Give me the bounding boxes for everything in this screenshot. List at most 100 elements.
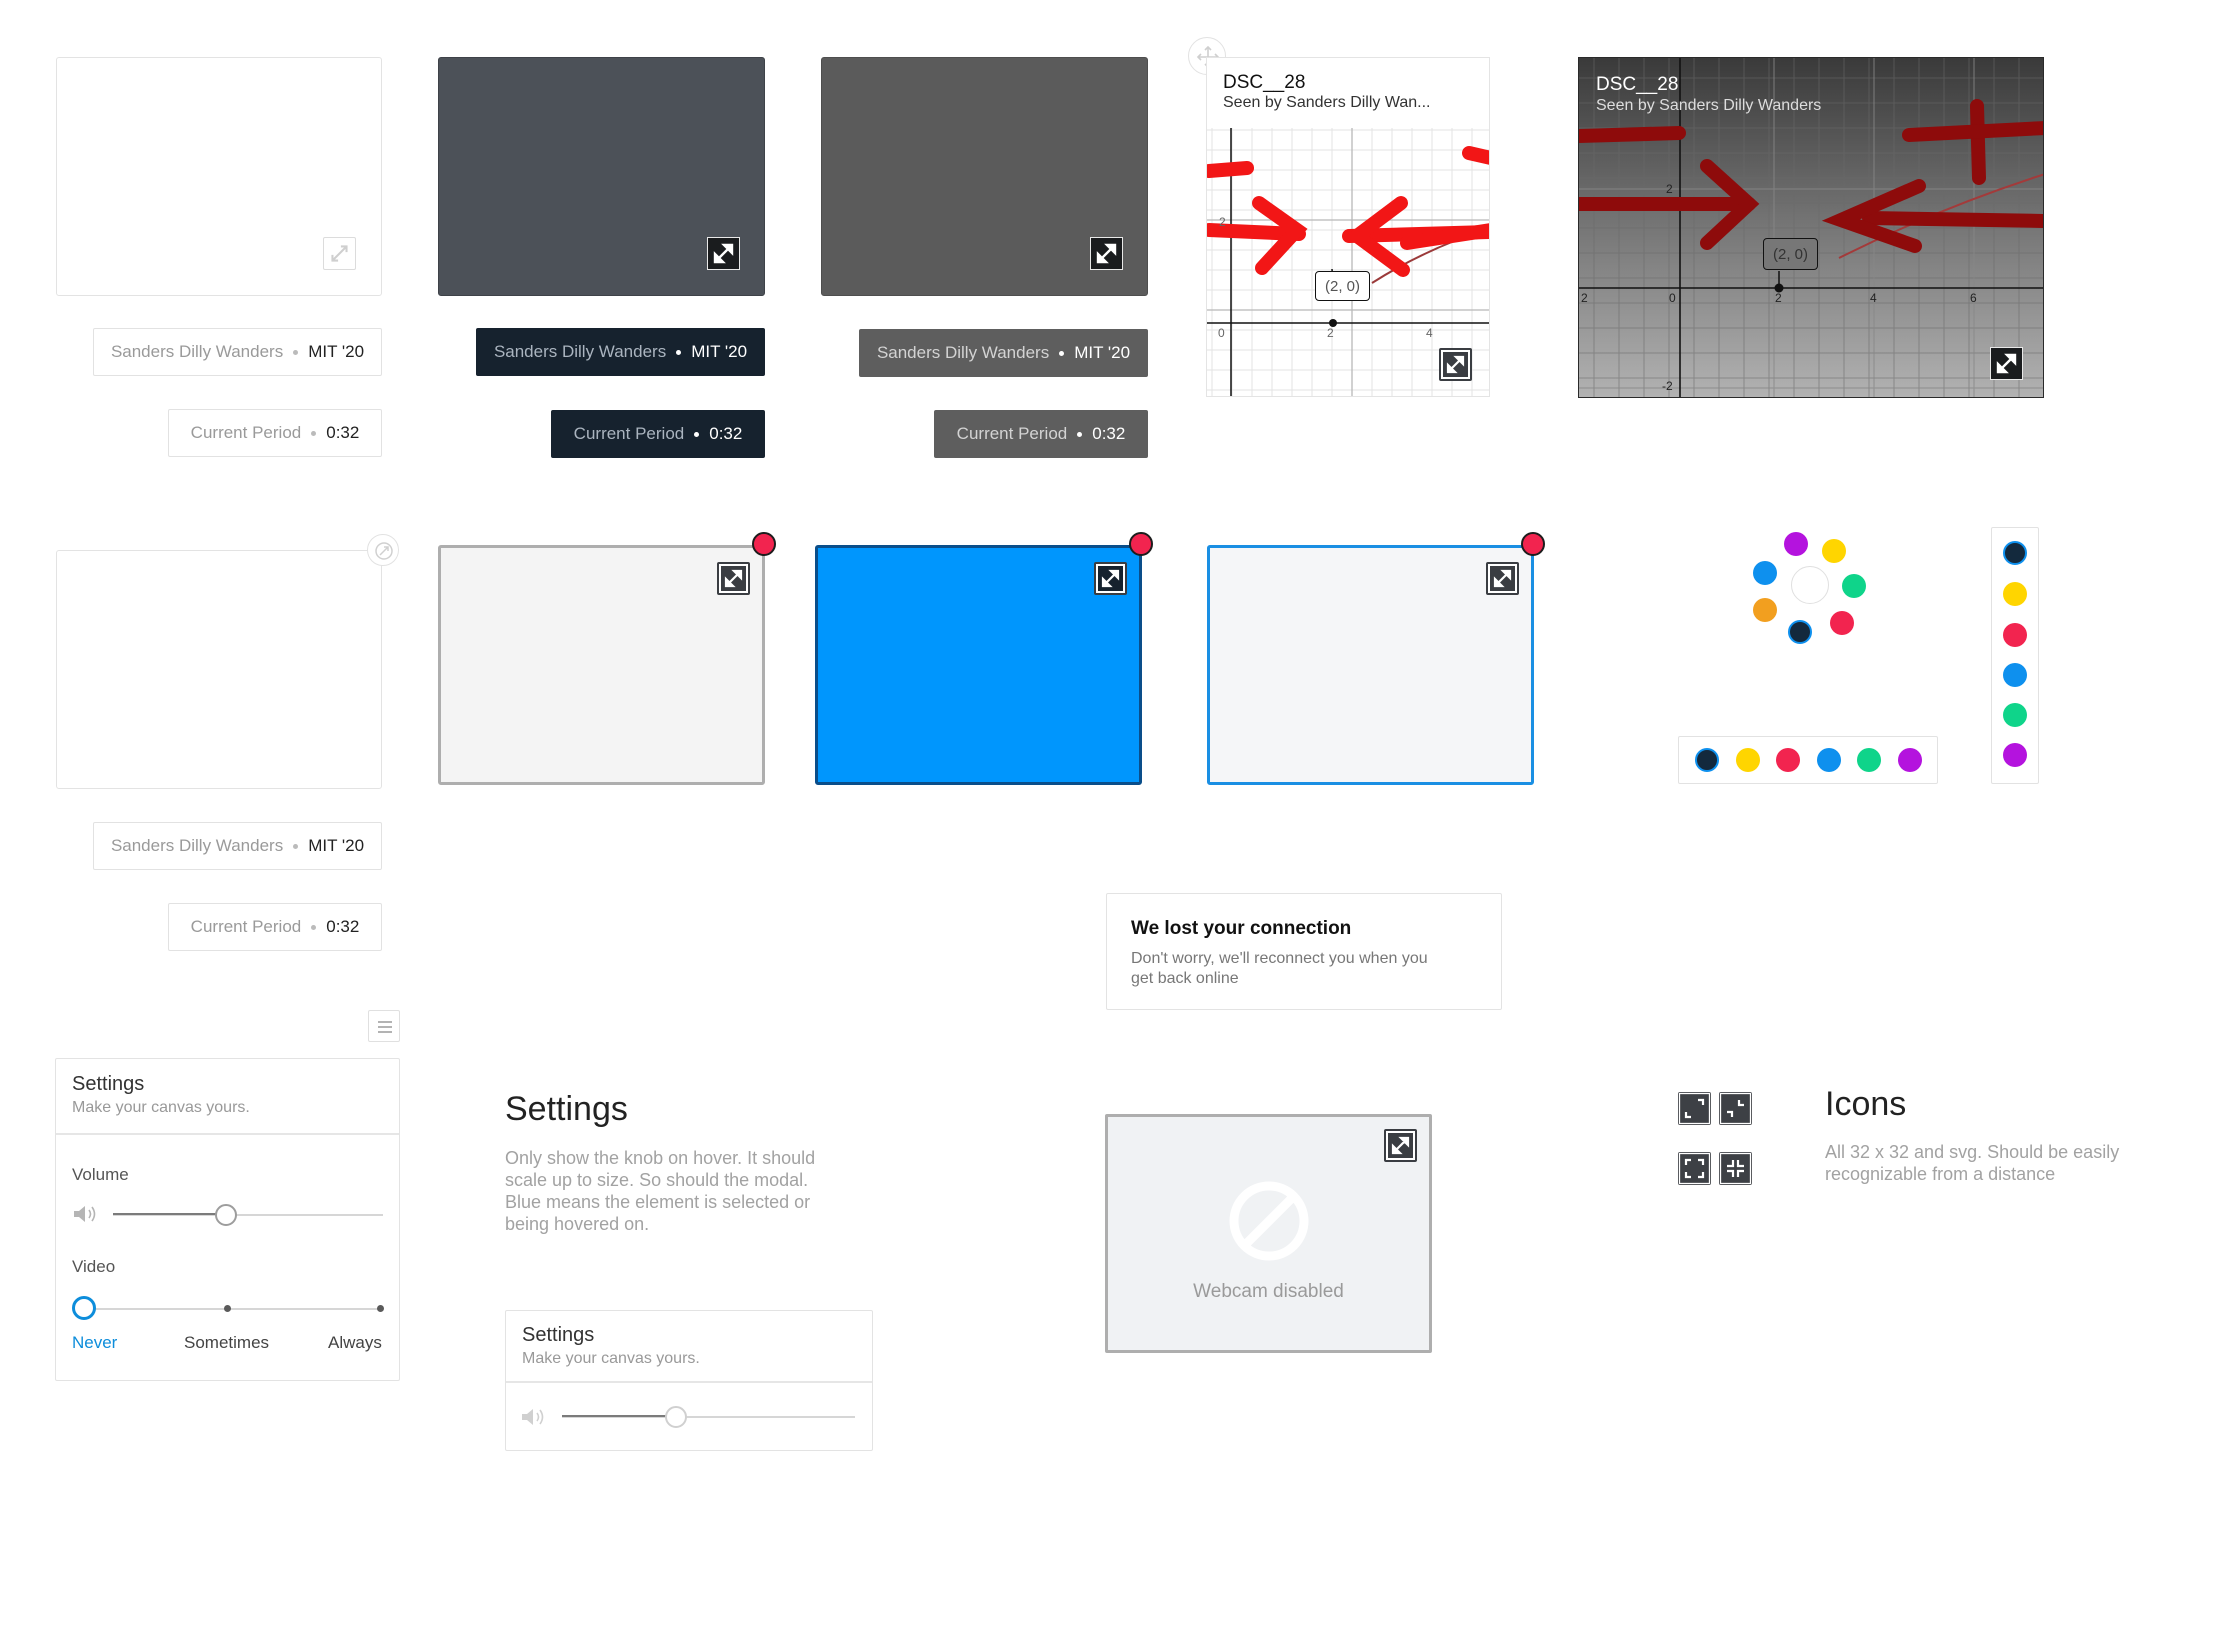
color-swatch-purple[interactable] [1784, 532, 1808, 556]
color-swatch-red[interactable] [2003, 623, 2027, 647]
name-tag-school: MIT '20 [691, 342, 748, 361]
settings-panel: Settings Make your canvas yours. Volume … [55, 1058, 400, 1381]
name-tag-school: MIT '20 [308, 836, 365, 855]
volume-icon [72, 1203, 100, 1225]
video-step-dot[interactable] [377, 1305, 384, 1312]
video-tile-gray[interactable] [821, 57, 1148, 296]
video-tile-notified[interactable] [438, 545, 765, 785]
menu-icon[interactable] [368, 1010, 400, 1042]
settings-doc-description: Only show the knob on hover. It should s… [505, 1148, 816, 1234]
separator-dot [311, 430, 317, 436]
tick-label: 0 [1669, 291, 1676, 305]
tick-label: 6 [1970, 291, 1977, 305]
volume-label: Volume [72, 1165, 129, 1184]
color-swatch-green[interactable] [1857, 748, 1881, 772]
color-swatch-purple[interactable] [1898, 748, 1922, 772]
video-slider-knob[interactable] [72, 1296, 96, 1320]
volume-slider-knob[interactable] [665, 1406, 687, 1428]
separator-dot [311, 924, 317, 930]
volume-slider-knob[interactable] [215, 1204, 237, 1226]
period-tag-label: Current Period [956, 424, 1068, 443]
color-swatch-orange[interactable] [1753, 598, 1777, 622]
video-step-dot[interactable] [224, 1305, 231, 1312]
color-swatch-navy[interactable] [2003, 541, 2027, 565]
color-swatch-blue[interactable] [2003, 663, 2027, 687]
icons-doc-description: All 32 x 32 and svg. Should be easily re… [1825, 1142, 2120, 1184]
notification-dot [1521, 532, 1545, 556]
separator-dot [293, 349, 299, 355]
video-tile-selected[interactable] [815, 545, 1142, 785]
graph-title: DSC__28 [1596, 74, 1679, 95]
divider [506, 1381, 872, 1383]
separator-dot [1059, 350, 1065, 356]
color-swatch-navy[interactable] [1788, 620, 1812, 644]
expand-corners-icon [1678, 1092, 1711, 1125]
blocked-icon [1227, 1179, 1311, 1263]
divider [56, 1133, 399, 1135]
name-tag: Sanders Dilly Wanders MIT '20 [93, 822, 382, 870]
video-tile-dark[interactable] [438, 57, 765, 296]
color-swatch-red[interactable] [1776, 748, 1800, 772]
notification-dot [752, 532, 776, 556]
graph-header: DSC__28 Seen by Sanders Dilly Wan... [1207, 58, 1489, 128]
tick-label: 4 [1426, 326, 1433, 340]
color-swatch-navy[interactable] [1695, 748, 1719, 772]
point-label: (2, 0) [1315, 271, 1370, 301]
expand-icon[interactable] [323, 237, 356, 270]
expand-icon[interactable] [1090, 237, 1123, 270]
tick-label: 2 [1775, 291, 1782, 305]
video-option-never[interactable]: Never [72, 1333, 117, 1353]
volume-slider-fill [562, 1415, 676, 1417]
expand-icon[interactable] [1094, 562, 1127, 595]
exit-fullscreen-icon [1719, 1152, 1752, 1185]
period-tag: Current Period 0:32 [168, 409, 382, 457]
color-swatch-green[interactable] [2003, 703, 2027, 727]
color-swatch-yellow[interactable] [2003, 582, 2027, 606]
color-swatch-purple[interactable] [2003, 743, 2027, 767]
color-swatch-blue[interactable] [1753, 561, 1777, 585]
video-option-always[interactable]: Always [328, 1333, 382, 1353]
name-tag-dark: Sanders Dilly Wanders MIT '20 [476, 328, 765, 376]
settings-title: Settings [72, 1073, 145, 1095]
expand-icon[interactable] [1990, 347, 2023, 380]
expand-icon[interactable] [1384, 1129, 1417, 1162]
period-tag-label: Current Period [573, 424, 685, 443]
video-tile-default[interactable] [56, 57, 382, 296]
color-swatch-green[interactable] [1842, 574, 1866, 598]
color-picker-center[interactable] [1791, 566, 1829, 604]
video-tile-hover[interactable] [56, 550, 382, 789]
expand-icon[interactable] [707, 237, 740, 270]
expand-icon[interactable] [1439, 348, 1472, 381]
video-tile-hovered[interactable] [1207, 545, 1534, 785]
settings-panel-compact: Settings Make your canvas yours. [505, 1310, 873, 1451]
period-tag-time: 0:32 [709, 424, 743, 443]
expand-icon[interactable] [717, 562, 750, 595]
color-swatch-red[interactable] [1830, 611, 1854, 635]
color-swatch-yellow[interactable] [1822, 539, 1846, 563]
graph-subtitle: Seen by Sanders Dilly Wanders [1596, 97, 1822, 114]
video-option-sometimes[interactable]: Sometimes [184, 1333, 269, 1353]
period-tag-time: 0:32 [326, 917, 360, 936]
graph-subtitle: Seen by Sanders Dilly Wan... [1223, 94, 1431, 111]
separator-dot [676, 349, 682, 355]
tick-label: 2 [1581, 291, 1588, 305]
tick-label: 4 [1870, 291, 1877, 305]
period-tag-time: 0:32 [326, 423, 360, 442]
graph-title: DSC__28 [1223, 72, 1306, 93]
name-tag-name: Sanders Dilly Wanders [876, 343, 1050, 362]
expand-icon[interactable] [1486, 562, 1519, 595]
period-tag-label: Current Period [190, 917, 302, 936]
color-swatch-blue[interactable] [1817, 748, 1841, 772]
separator-dot [1077, 431, 1083, 437]
separator-dot [293, 843, 299, 849]
tick-label: 2 [1327, 326, 1334, 340]
collapse-knob-icon[interactable] [367, 534, 399, 566]
tick-label: 2 [1666, 182, 1673, 196]
volume-slider-fill [113, 1213, 226, 1215]
graph-card-small[interactable]: (2, 0) 0 2 4 2 DSC__28 Seen by Sanders D… [1206, 57, 1490, 397]
graph-card-large[interactable]: (2, 0) 2 0 2 4 6 2 -2 DSC__28 Seen by Sa… [1578, 57, 2044, 398]
period-tag-dark: Current Period 0:32 [551, 410, 765, 458]
video-slider-track[interactable] [84, 1308, 380, 1310]
webcam-disabled-message: Webcam disabled [1193, 1281, 1344, 1302]
color-swatch-yellow[interactable] [1736, 748, 1760, 772]
